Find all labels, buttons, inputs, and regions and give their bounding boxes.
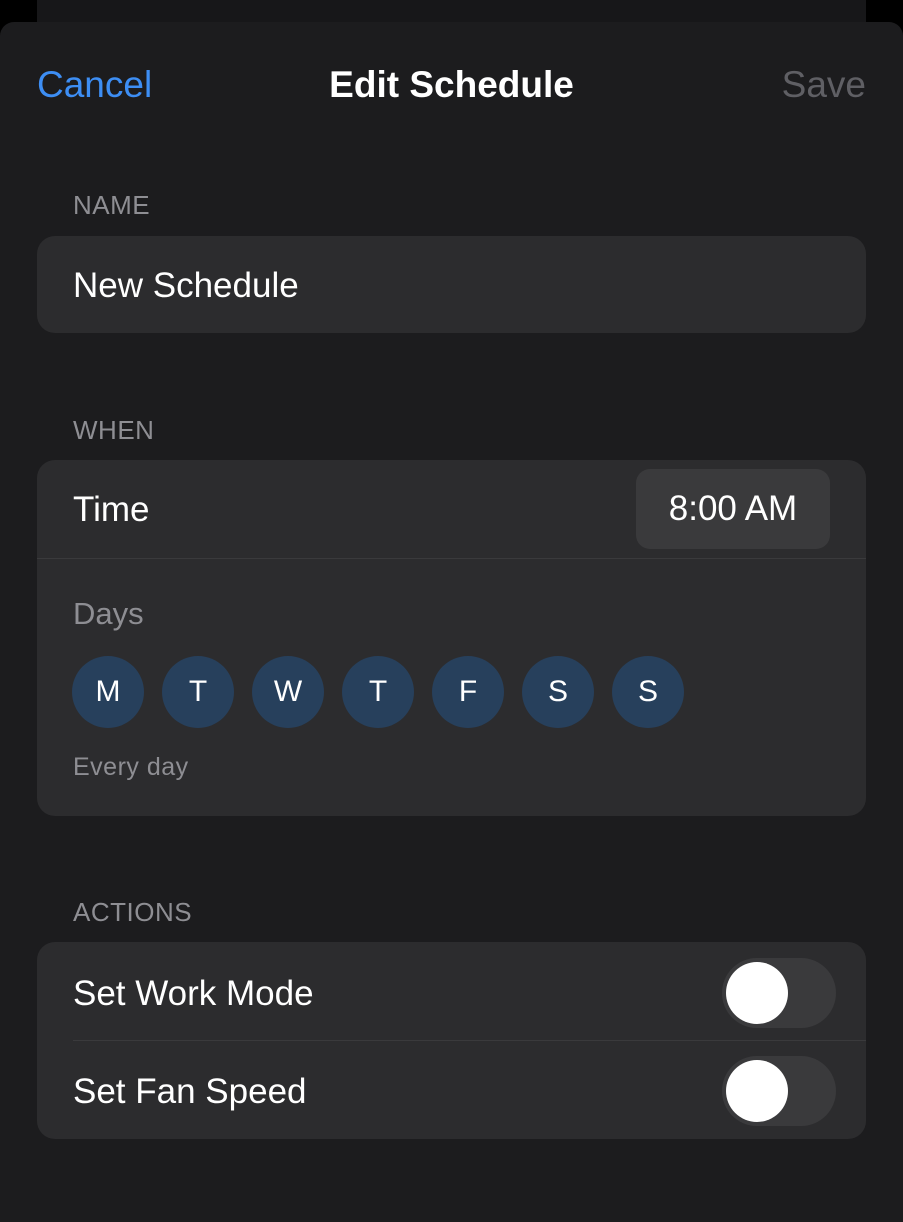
days-label: Days [73,596,144,631]
row-divider [73,1040,866,1041]
set-fan-speed-toggle[interactable] [722,1056,836,1126]
row-divider [37,558,866,559]
days-selector: M T W T F S S [72,656,684,728]
toggle-knob [726,962,788,1024]
edit-schedule-sheet: Cancel Edit Schedule Save NAME New Sched… [0,22,903,1222]
name-section-header: NAME [73,190,151,220]
days-summary: Every day [73,753,189,781]
day-tuesday-button[interactable]: T [162,656,234,728]
save-button[interactable]: Save [782,64,866,106]
day-thursday-button[interactable]: T [342,656,414,728]
set-fan-speed-label: Set Fan Speed [73,1072,307,1111]
day-saturday-button[interactable]: S [522,656,594,728]
time-label: Time [73,490,150,529]
day-monday-button[interactable]: M [72,656,144,728]
actions-group: Set Work Mode Set Fan Speed [37,942,866,1139]
set-work-mode-toggle[interactable] [722,958,836,1028]
set-work-mode-label: Set Work Mode [73,974,314,1013]
name-field[interactable]: New Schedule [73,266,299,306]
actions-section-header: ACTIONS [73,897,193,927]
time-picker-button[interactable]: 8:00 AM [636,469,830,549]
when-section-header: WHEN [73,415,155,445]
day-friday-button[interactable]: F [432,656,504,728]
page-title: Edit Schedule [329,64,574,105]
when-group: Time 8:00 AM Days M T W T F S S Every da… [37,460,866,816]
day-wednesday-button[interactable]: W [252,656,324,728]
day-sunday-button[interactable]: S [612,656,684,728]
toggle-knob [726,1060,788,1122]
name-group: New Schedule [37,236,866,333]
navigation-bar: Cancel Edit Schedule Save [0,22,903,150]
